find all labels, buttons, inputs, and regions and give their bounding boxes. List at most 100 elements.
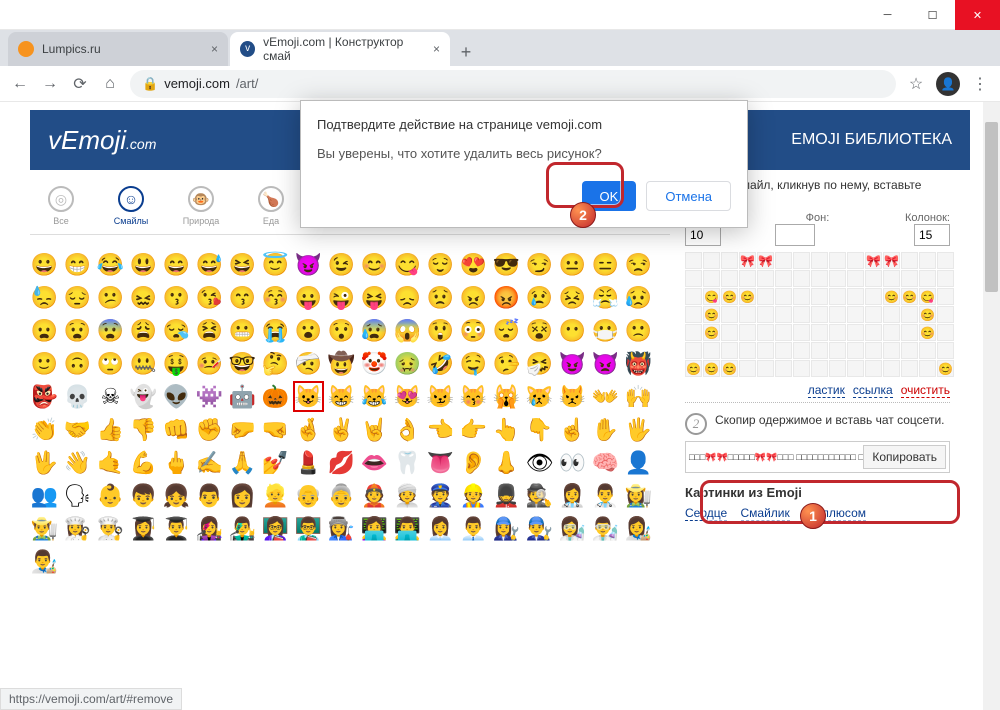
canvas-cell[interactable]: 😋: [703, 288, 720, 305]
emoji-item[interactable]: 👇: [525, 415, 554, 444]
canvas-cell[interactable]: 🎀: [757, 252, 774, 269]
emoji-item[interactable]: 🤥: [492, 349, 521, 378]
emoji-item[interactable]: 👋: [63, 448, 92, 477]
emoji-item[interactable]: 👴: [294, 481, 323, 510]
emoji-item[interactable]: 👿: [591, 349, 620, 378]
canvas-cell[interactable]: [703, 270, 720, 287]
emoji-item[interactable]: ☝: [558, 415, 587, 444]
emoji-item[interactable]: 👈: [426, 415, 455, 444]
emoji-item[interactable]: 👉: [459, 415, 488, 444]
canvas-cell[interactable]: 😊: [937, 360, 954, 377]
emoji-item[interactable]: 😳: [459, 316, 488, 345]
canvas-cell[interactable]: [883, 270, 900, 287]
emoji-item[interactable]: 👳: [393, 481, 422, 510]
emoji-item[interactable]: 😀: [30, 250, 59, 279]
canvas-cell[interactable]: [775, 288, 792, 305]
canvas-cell[interactable]: [847, 270, 864, 287]
canvas-cell[interactable]: [865, 270, 882, 287]
canvas-cell[interactable]: [739, 360, 756, 377]
canvas-cell[interactable]: [829, 324, 846, 341]
emoji-item[interactable]: 🧠: [591, 448, 620, 477]
emoji-item[interactable]: 👨‍💻: [393, 514, 422, 543]
emoji-item[interactable]: 👨‍🍳: [96, 514, 125, 543]
canvas-cell[interactable]: 😊: [721, 360, 738, 377]
emoji-item[interactable]: 👩‍🌾: [624, 481, 653, 510]
profile-avatar[interactable]: 👤: [936, 72, 960, 96]
canvas-cell[interactable]: [919, 342, 936, 359]
canvas-cell[interactable]: [721, 306, 738, 323]
canvas-cell[interactable]: [775, 324, 792, 341]
emoji-item[interactable]: 👽: [162, 382, 191, 411]
emoji-item[interactable]: 👩‍⚕️: [558, 481, 587, 510]
canvas-cell[interactable]: 😊: [703, 306, 720, 323]
emoji-item[interactable]: 👦: [129, 481, 158, 510]
canvas-cell[interactable]: [829, 342, 846, 359]
canvas-cell[interactable]: [883, 342, 900, 359]
emoji-item[interactable]: 😤: [591, 283, 620, 312]
emoji-item[interactable]: 😱: [393, 316, 422, 345]
emoji-item[interactable]: 😥: [624, 283, 653, 312]
emoji-item[interactable]: 😸: [327, 382, 356, 411]
emoji-item[interactable]: 🤒: [195, 349, 224, 378]
emoji-item[interactable]: ✋: [591, 415, 620, 444]
home-button[interactable]: ⌂: [100, 74, 120, 94]
tab-lumpics[interactable]: Lumpics.ru ×: [8, 32, 228, 66]
emoji-item[interactable]: 🙌: [624, 382, 653, 411]
emoji-item[interactable]: 😹: [360, 382, 389, 411]
emoji-item[interactable]: 👷: [459, 481, 488, 510]
emoji-item[interactable]: 😪: [162, 316, 191, 345]
emoji-item[interactable]: 🙄: [96, 349, 125, 378]
emoji-item[interactable]: 😚: [261, 283, 290, 312]
emoji-item[interactable]: 😈: [558, 349, 587, 378]
emoji-item[interactable]: 👎: [129, 415, 158, 444]
emoji-item[interactable]: 👐: [591, 382, 620, 411]
canvas-cell[interactable]: [901, 342, 918, 359]
canvas-cell[interactable]: [757, 360, 774, 377]
canvas-cell[interactable]: 😊: [919, 306, 936, 323]
emoji-item[interactable]: 😈: [294, 250, 323, 279]
category-Смайлы[interactable]: ☺Смайлы: [104, 186, 158, 226]
canvas-cell[interactable]: [865, 288, 882, 305]
forward-button[interactable]: →: [40, 74, 60, 94]
emoji-item[interactable]: 🤡: [360, 349, 389, 378]
canvas-cell[interactable]: [811, 324, 828, 341]
canvas-cell[interactable]: [775, 342, 792, 359]
emoji-item[interactable]: 👹: [624, 349, 653, 378]
canvas-cell[interactable]: [865, 342, 882, 359]
window-minimize[interactable]: ─: [865, 0, 910, 30]
emoji-item[interactable]: 😍: [459, 250, 488, 279]
emoji-item[interactable]: 👩‍🔬: [558, 514, 587, 543]
canvas-cell[interactable]: [901, 324, 918, 341]
emoji-item[interactable]: 😶: [558, 316, 587, 345]
emoji-item[interactable]: 💋: [327, 448, 356, 477]
emoji-item[interactable]: 😟: [426, 283, 455, 312]
canvas-cell[interactable]: [847, 342, 864, 359]
canvas-cell[interactable]: [721, 342, 738, 359]
emoji-item[interactable]: 👍: [96, 415, 125, 444]
canvas-cell[interactable]: [685, 270, 702, 287]
emoji-item[interactable]: 😗: [162, 283, 191, 312]
emoji-item[interactable]: 🙏: [228, 448, 257, 477]
canvas-cell[interactable]: [865, 360, 882, 377]
copy-button[interactable]: Копировать: [863, 445, 946, 469]
canvas-cell[interactable]: [865, 324, 882, 341]
canvas-cell[interactable]: [937, 288, 954, 305]
emoji-item[interactable]: 🤓: [228, 349, 257, 378]
emoji-item[interactable]: 👄: [360, 448, 389, 477]
canvas-cell[interactable]: [901, 252, 918, 269]
emoji-item[interactable]: 🖖: [30, 448, 59, 477]
emoji-item[interactable]: 👏: [30, 415, 59, 444]
url-input[interactable]: 🔒 vemoji.com/art/: [130, 70, 896, 98]
canvas-cell[interactable]: [937, 270, 954, 287]
canvas-cell[interactable]: [685, 306, 702, 323]
emoji-item[interactable]: 👨‍🌾: [30, 514, 59, 543]
emoji-item[interactable]: ✊: [195, 415, 224, 444]
emoji-item[interactable]: 🤙: [96, 448, 125, 477]
kebab-menu-icon[interactable]: ⋮: [970, 74, 990, 94]
emoji-item[interactable]: 👩‍🏫: [261, 514, 290, 543]
emoji-item[interactable]: ✌: [327, 415, 356, 444]
canvas-cell[interactable]: [937, 306, 954, 323]
emoji-item[interactable]: 😼: [426, 382, 455, 411]
emoji-item[interactable]: 👂: [459, 448, 488, 477]
emoji-item[interactable]: 👩‍🎓: [129, 514, 158, 543]
